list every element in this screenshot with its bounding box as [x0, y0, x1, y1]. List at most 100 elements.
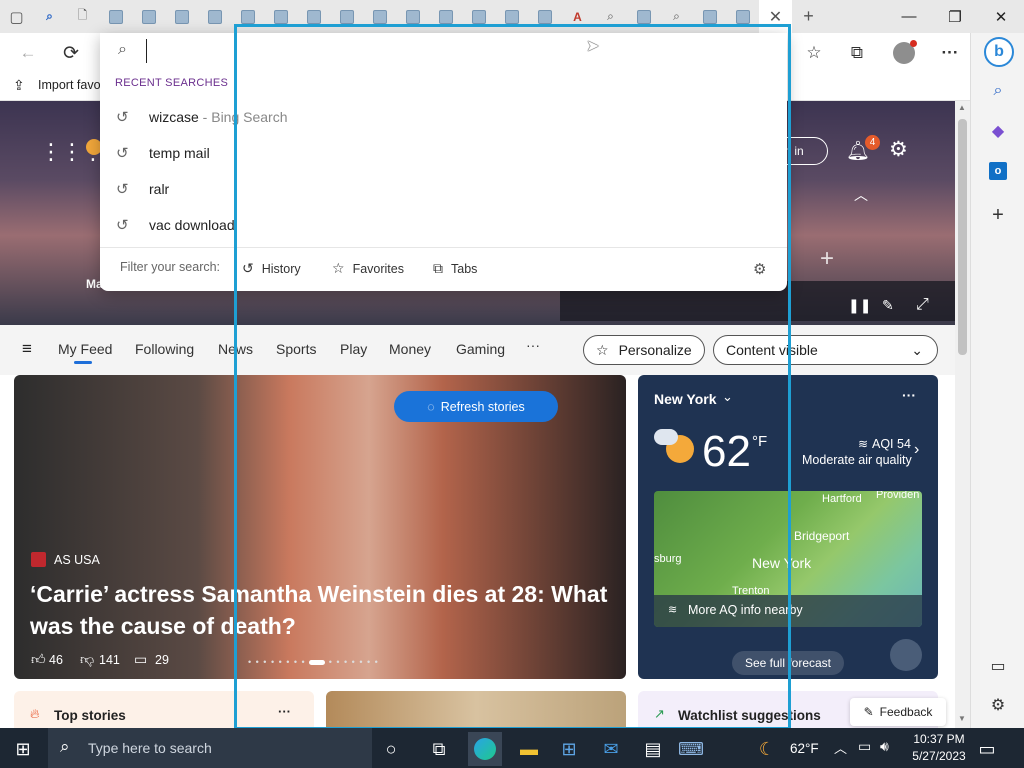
fullscreen-icon[interactable]: ⤢ — [916, 296, 929, 314]
new-tab-icon[interactable]: + — [792, 0, 825, 33]
tab-search-favicon[interactable]: ⌕ — [660, 0, 693, 33]
tab-favicon[interactable] — [462, 0, 495, 33]
restore-icon[interactable]: ❐ — [932, 0, 978, 33]
page-scrollbar[interactable]: ▲ ▼ — [955, 101, 970, 728]
import-favorites-link[interactable]: Import favo — [38, 78, 101, 92]
tab-favicon[interactable] — [330, 0, 363, 33]
tab-favicon[interactable] — [297, 0, 330, 33]
minimize-icon[interactable]: — — [886, 0, 932, 33]
weather-more-icon[interactable]: ··· — [902, 387, 916, 403]
tab-favicon[interactable] — [198, 0, 231, 33]
tab-favicon[interactable] — [264, 0, 297, 33]
tab-news[interactable]: News — [218, 341, 253, 357]
tab-search-favicon[interactable]: ⌕ — [594, 0, 627, 33]
tab-favicon[interactable] — [726, 0, 759, 33]
tab-actions-icon[interactable]: ▢ — [0, 0, 33, 33]
recent-search-item[interactable]: ↺ temp mail — [100, 136, 787, 170]
tab-page-favicon[interactable]: 🗋 — [66, 0, 99, 33]
top-stories-more-icon[interactable]: ··· — [278, 704, 291, 719]
weather-map[interactable]: Hartford Providen Bridgeport New York sb… — [654, 491, 922, 627]
story-headline[interactable]: ‘Carrie’ actress Samantha Weinstein dies… — [30, 578, 610, 642]
feedback-button[interactable]: ✎ Feedback — [850, 698, 946, 726]
network-icon[interactable]: ▭ — [858, 738, 871, 755]
taskbar-time[interactable]: 10:37 PM — [908, 732, 970, 746]
personalize-button[interactable]: ☆ Personalize — [583, 335, 705, 365]
start-windows-icon[interactable]: ⊞ — [6, 732, 40, 766]
see-forecast-button[interactable]: See full forecast — [732, 651, 844, 675]
tab-favicon[interactable] — [99, 0, 132, 33]
weather-card[interactable]: New York ⌄ ··· 62 °F ≋ AQI 54 Moderate a… — [638, 375, 938, 679]
tab-play[interactable]: Play — [340, 341, 367, 357]
collections-icon[interactable]: ⧉ — [843, 39, 871, 67]
back-icon[interactable]: ← — [14, 39, 42, 67]
tab-following[interactable]: Following — [135, 341, 194, 357]
weather-city[interactable]: New York — [654, 391, 717, 407]
city-chevron-icon[interactable]: ⌄ — [722, 389, 733, 405]
notifications-icon[interactable]: ▭ — [970, 732, 1004, 766]
aqi-chevron-icon[interactable]: › — [914, 441, 919, 459]
tab-favicon[interactable] — [396, 0, 429, 33]
carousel-dots[interactable]: • • • • • • • • • • • • • • • — [248, 657, 379, 667]
more-aq-bar[interactable]: ≋ More AQ info nearby — [654, 595, 922, 627]
content-visible-dropdown[interactable]: Content visible ⌄ — [713, 335, 938, 365]
filter-tabs[interactable]: ⧉ Tabs — [433, 260, 477, 277]
feed-menu-icon[interactable]: ≡ — [22, 339, 32, 359]
cortana-icon[interactable]: ○ — [374, 732, 408, 766]
feed-more-icon[interactable]: ··· — [526, 337, 540, 353]
tab-close-icon[interactable]: ✕ — [759, 0, 792, 33]
weather-avatar-icon[interactable] — [890, 639, 922, 671]
scrollbar-thumb[interactable] — [958, 119, 967, 355]
add-sidebar-icon[interactable]: + — [984, 201, 1012, 229]
search-icon[interactable]: ⌕ — [984, 77, 1012, 105]
favorites-icon[interactable]: ☆ — [800, 39, 828, 67]
tab-search-favicon[interactable]: ⌕ — [33, 0, 66, 33]
tab-favicon[interactable] — [495, 0, 528, 33]
tab-pdf-favicon[interactable]: A — [561, 0, 594, 33]
main-story-card[interactable]: ◌ Refresh stories AS USA ‘Carrie’ actres… — [14, 375, 626, 679]
edge-taskbar-icon[interactable] — [468, 732, 502, 766]
mail-icon[interactable]: ✉ — [594, 732, 628, 766]
window-close-icon[interactable]: ✕ — [978, 0, 1024, 33]
outlook-icon[interactable]: o — [984, 157, 1012, 185]
taskbar-search-box[interactable]: ⌕ Type here to search — [48, 728, 372, 768]
comment-icon[interactable]: ▭ — [134, 651, 147, 668]
tab-favicon[interactable] — [528, 0, 561, 33]
tab-sports[interactable]: Sports — [276, 341, 316, 357]
tab-favicon[interactable] — [132, 0, 165, 33]
settings-gear-icon[interactable]: ⚙ — [889, 137, 908, 162]
dislike-icon[interactable]: 👎︎ — [80, 651, 94, 668]
taskbar-app-icon[interactable]: ▤ — [636, 732, 670, 766]
collapse-chevron-icon[interactable]: ︿ — [854, 185, 868, 205]
tab-favicon[interactable] — [429, 0, 462, 33]
refresh-stories-button[interactable]: ◌ Refresh stories — [394, 391, 558, 422]
tab-favicon[interactable] — [627, 0, 660, 33]
recent-search-item[interactable]: ↺ ralr — [100, 172, 787, 206]
more-aq-link[interactable]: More AQ info nearby — [688, 603, 803, 617]
address-input[interactable] — [146, 39, 746, 63]
like-icon[interactable]: 👍︎ — [31, 651, 46, 668]
hide-sidebar-icon[interactable]: ▭ — [984, 652, 1012, 680]
task-view-icon[interactable]: ⧉ — [422, 732, 456, 766]
taskbar-app-icon[interactable]: ⌨ — [674, 732, 708, 766]
add-tile-icon[interactable]: + — [820, 245, 834, 273]
story-thumbnail-card[interactable] — [326, 691, 626, 728]
tab-favicon[interactable] — [165, 0, 198, 33]
tab-gaming[interactable]: Gaming — [456, 341, 505, 357]
search-settings-icon[interactable]: ⚙ — [753, 260, 766, 278]
refresh-icon[interactable]: ⟳ — [57, 39, 85, 67]
tab-favicon[interactable] — [693, 0, 726, 33]
office-icon[interactable]: ◆ — [984, 117, 1012, 145]
tab-favicon[interactable] — [363, 0, 396, 33]
tab-my-feed[interactable]: My Feed — [58, 341, 112, 357]
bing-chat-icon[interactable]: b — [984, 37, 1014, 67]
more-menu-icon[interactable]: ··· — [936, 39, 964, 67]
tab-favicon[interactable] — [231, 0, 264, 33]
pause-icon[interactable]: ❚❚ — [848, 297, 871, 314]
profile-avatar[interactable] — [890, 39, 918, 67]
edit-background-icon[interactable]: ✎ — [882, 297, 894, 314]
store-icon[interactable]: ⊞ — [552, 732, 586, 766]
tray-chevron-icon[interactable]: ︿ — [834, 738, 847, 757]
filter-history[interactable]: ↺ History — [242, 260, 301, 277]
taskbar-weather-temp[interactable]: 62°F — [790, 741, 819, 756]
recent-search-item[interactable]: ↺ wizcase - Bing Search — [100, 100, 787, 134]
